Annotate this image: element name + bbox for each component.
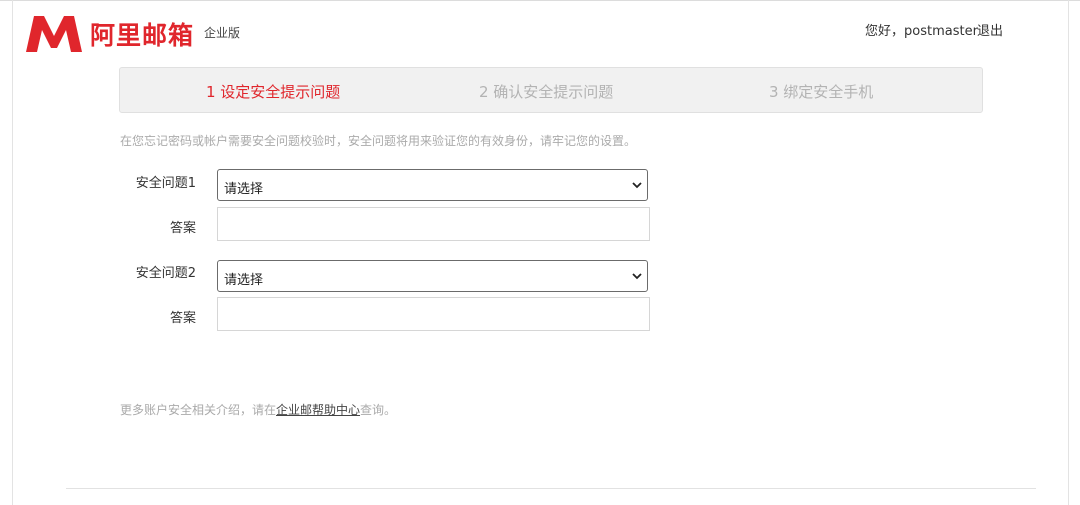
step-1: 1 设定安全提示问题 (206, 83, 341, 101)
help-prefix: 更多账户安全相关介绍，请在 (120, 403, 277, 417)
footer-divider (66, 488, 1036, 489)
chevron-down-icon (632, 182, 642, 189)
question-2-select[interactable]: 请选择 (217, 260, 648, 292)
logout-link[interactable]: 退出 (977, 20, 1003, 39)
right-border (1068, 0, 1069, 505)
chevron-down-icon (632, 273, 642, 280)
question-1-select[interactable]: 请选择 (217, 169, 648, 201)
step-2: 2 确认安全提示问题 (479, 83, 614, 101)
brand-logo[interactable]: 阿里邮箱 企业版 (26, 16, 240, 52)
answer-1-label: 答案 (169, 221, 196, 236)
intro-text: 在您忘记密码或帐户需要安全问题校验时，安全问题将用来验证您的有效身份，请牢记您的… (120, 134, 637, 148)
m-logo-icon (26, 16, 82, 52)
answer-2-label: 答案 (169, 311, 196, 326)
question-1-label: 安全问题1 (135, 176, 196, 191)
question-1-selected-value: 请选择 (224, 182, 264, 197)
step-3: 3 绑定安全手机 (769, 83, 874, 101)
edition-label: 企业版 (204, 25, 241, 40)
question-2-selected-value: 请选择 (224, 273, 264, 288)
answer-2-input[interactable] (217, 297, 650, 331)
left-border (12, 0, 13, 505)
step-progress-bar: 1 设定安全提示问题 2 确认安全提示问题 3 绑定安全手机 (119, 67, 983, 113)
brand-name: 阿里邮箱 (90, 21, 195, 50)
question-2-label: 安全问题2 (135, 266, 196, 281)
answer-1-input[interactable] (217, 207, 650, 241)
user-greeting: 您好，postmaster (865, 24, 978, 39)
help-text: 更多账户安全相关介绍，请在企业邮帮助中心查询。 (120, 401, 396, 418)
help-suffix: 查询。 (360, 403, 397, 417)
top-border (0, 0, 1080, 1)
help-center-link[interactable]: 企业邮帮助中心 (276, 403, 360, 417)
